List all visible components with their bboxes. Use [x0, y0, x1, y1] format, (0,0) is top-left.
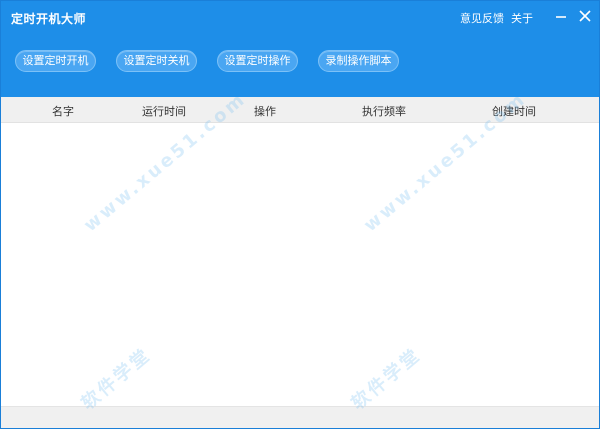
record-operation-script-button[interactable]: 录制操作脚本	[318, 50, 399, 72]
set-scheduled-shutdown-button[interactable]: 设置定时关机	[116, 50, 197, 72]
column-operation[interactable]: 操作	[254, 103, 276, 119]
column-run-time[interactable]: 运行时间	[142, 103, 186, 119]
app-window: 定时开机大师 意见反馈 关于 设置定时开机 设置定时关机 设置定时操作 录制操作…	[0, 0, 600, 429]
set-scheduled-operation-button[interactable]: 设置定时操作	[217, 50, 298, 72]
about-link[interactable]: 关于	[511, 10, 533, 26]
close-icon	[579, 10, 591, 22]
feedback-link[interactable]: 意见反馈	[460, 10, 504, 26]
title-bar: 定时开机大师 意见反馈 关于 设置定时开机 设置定时关机 设置定时操作 录制操作…	[1, 1, 599, 97]
table-column-header: 名字 运行时间 操作 执行频率 创建时间	[1, 97, 599, 123]
task-list[interactable]	[1, 123, 599, 406]
app-title: 定时开机大师	[11, 12, 87, 26]
column-created-time[interactable]: 创建时间	[492, 103, 536, 119]
column-name[interactable]: 名字	[52, 103, 74, 119]
close-button[interactable]	[576, 7, 594, 25]
status-bar	[1, 406, 599, 428]
column-frequency[interactable]: 执行频率	[362, 103, 406, 119]
minimize-button[interactable]	[552, 7, 570, 25]
minimize-icon	[556, 16, 566, 18]
set-scheduled-boot-button[interactable]: 设置定时开机	[15, 50, 96, 72]
